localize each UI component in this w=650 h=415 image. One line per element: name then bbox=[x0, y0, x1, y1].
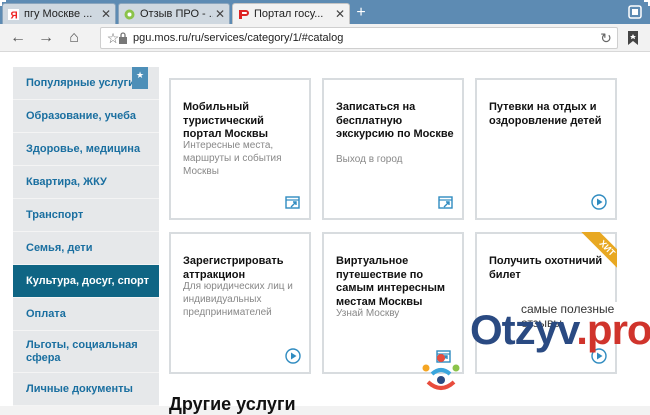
tab-1-label: пгу Москве ... bbox=[24, 8, 93, 20]
otzyv-favicon-icon bbox=[124, 9, 135, 19]
new-tab-button[interactable]: + bbox=[352, 4, 370, 22]
tab-2[interactable]: Отзыв ПРО - ... ✕ bbox=[118, 3, 230, 24]
star-badge-icon: ★ bbox=[132, 67, 148, 89]
sidebar-item-housing[interactable]: Квартира, ЖКУ bbox=[13, 166, 159, 199]
card-title: Мобильный туристический портал Москвы bbox=[183, 101, 269, 140]
service-card[interactable]: Мобильный туристический портал Москвы Ин… bbox=[169, 78, 311, 220]
tab-2-label: Отзыв ПРО - ... bbox=[140, 8, 213, 20]
home-icon[interactable]: ⌂ bbox=[64, 28, 84, 48]
external-link-icon[interactable] bbox=[285, 194, 301, 210]
external-link-icon[interactable] bbox=[438, 194, 454, 210]
close-icon[interactable]: ✕ bbox=[213, 7, 227, 21]
forward-icon[interactable]: → bbox=[36, 28, 56, 48]
reload-icon[interactable]: ↻ bbox=[598, 30, 614, 46]
card-title: Зарегистрировать аттракцион bbox=[183, 255, 284, 281]
tab-3-label: Портал госу... bbox=[254, 8, 324, 20]
close-icon[interactable]: ✕ bbox=[333, 7, 347, 21]
corner-mark bbox=[0, 0, 6, 6]
sidebar-item-health[interactable]: Здоровье, медицина bbox=[13, 133, 159, 166]
watermark-logo-text: Otzyv.pro bbox=[470, 306, 650, 353]
tab-bar: Я пгу Москве ... ✕ Отзыв ПРО - ... ✕ Пор… bbox=[0, 0, 650, 24]
play-circle-icon[interactable] bbox=[285, 348, 301, 364]
sidebar-item-culture[interactable]: Культура, досуг, спорт bbox=[13, 265, 159, 298]
category-sidebar: Популярные услуги Образование, учеба Здо… bbox=[13, 67, 159, 406]
address-bar[interactable]: ☆ pgu.mos.ru/ru/services/category/1/#cat… bbox=[100, 27, 618, 49]
service-card[interactable]: Зарегистрировать аттракцион Для юридичес… bbox=[169, 232, 311, 374]
card-subtitle: Узнай Москву bbox=[336, 308, 400, 319]
toolbar: ← → ⌂ ☆ pgu.mos.ru/ru/services/category/… bbox=[0, 24, 650, 52]
bookmark-icon[interactable] bbox=[626, 30, 640, 46]
svg-text:★: ★ bbox=[136, 71, 144, 81]
hit-ribbon-label: ХИТ bbox=[579, 232, 617, 276]
corner-mark bbox=[644, 0, 650, 6]
tab-3[interactable]: Портал госу... ✕ bbox=[232, 3, 350, 24]
card-title: Путевки на отдых и оздоровление детей bbox=[489, 101, 602, 127]
other-services-heading: Другие услуги bbox=[169, 394, 296, 414]
card-subtitle: Для юридических лиц и индивидуальных пре… bbox=[183, 281, 293, 318]
mos-favicon-icon bbox=[239, 9, 249, 19]
hit-ribbon: ХИТ bbox=[571, 232, 617, 278]
card-subtitle: Выход в город bbox=[336, 154, 403, 165]
sidebar-item-payment[interactable]: Оплата bbox=[13, 298, 159, 331]
card-subtitle: Интересные места, маршруты и события Мос… bbox=[183, 140, 282, 177]
play-circle-icon[interactable] bbox=[591, 194, 607, 210]
sidebar-item-family[interactable]: Семья, дети bbox=[13, 232, 159, 265]
service-card[interactable]: Путевки на отдых и оздоровление детей bbox=[475, 78, 617, 220]
favorites-badge[interactable]: ★ bbox=[132, 67, 148, 89]
back-icon[interactable]: ← bbox=[8, 28, 28, 48]
tab-1[interactable]: Я пгу Москве ... ✕ bbox=[2, 3, 116, 24]
lock-icon bbox=[119, 32, 127, 44]
sidebar-item-transport[interactable]: Транспорт bbox=[13, 199, 159, 232]
card-title: Записаться на бесплатную экскурсию по Мо… bbox=[336, 101, 454, 140]
sidebar-item-documents[interactable]: Личные документы bbox=[13, 373, 159, 406]
service-card[interactable]: Записаться на бесплатную экскурсию по Мо… bbox=[322, 78, 464, 220]
sidebar-item-education[interactable]: Образование, учеба bbox=[13, 100, 159, 133]
sidebar-item-benefits[interactable]: Льготы, социальная сфера bbox=[13, 331, 159, 373]
card-title: Виртуальное путешествие по самым интерес… bbox=[336, 255, 445, 308]
otzyv-logo-icon bbox=[422, 354, 460, 390]
address-text: pgu.mos.ru/ru/services/category/1/#catal… bbox=[133, 32, 344, 44]
close-icon[interactable]: ✕ bbox=[99, 7, 113, 21]
